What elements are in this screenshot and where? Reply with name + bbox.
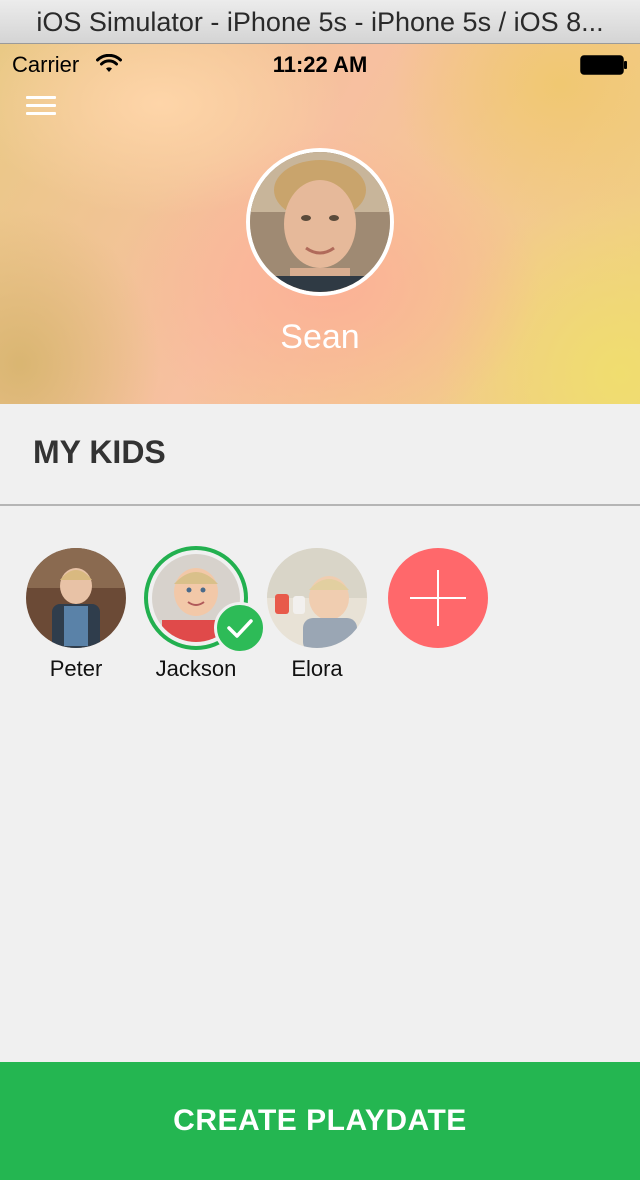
kids-list: Peter Jackson Elora — [0, 546, 640, 696]
kid-name: Elora — [291, 656, 343, 681]
profile-photo — [250, 152, 390, 292]
profile-avatar[interactable] — [246, 148, 394, 296]
plus-icon — [410, 570, 466, 626]
check-badge — [214, 602, 266, 654]
create-playdate-button[interactable]: CREATE PLAYDATE — [0, 1062, 640, 1180]
kid-name: Peter — [49, 656, 103, 681]
battery-icon — [580, 55, 627, 75]
kid-avatar — [26, 548, 126, 648]
check-icon — [227, 619, 253, 638]
kid-avatar — [267, 548, 367, 648]
status-time: 11:22 AM — [272, 52, 368, 77]
section-title: MY KIDS — [33, 434, 166, 470]
status-bar: Carrier 11:22 AM — [0, 44, 640, 86]
kid-name: Jackson — [155, 656, 237, 681]
simulator-title-bar: iOS Simulator - iPhone 5s - iPhone 5s / … — [0, 0, 640, 44]
profile-name: Sean — [280, 318, 360, 356]
profile-header: Carrier 11:22 AM Sean — [0, 44, 640, 404]
add-kid-button[interactable] — [388, 548, 488, 648]
my-kids-header: MY KIDS — [0, 404, 640, 506]
simulator-title: iOS Simulator - iPhone 5s - iPhone 5s / … — [36, 7, 604, 37]
hamburger-menu-icon[interactable] — [26, 96, 56, 116]
